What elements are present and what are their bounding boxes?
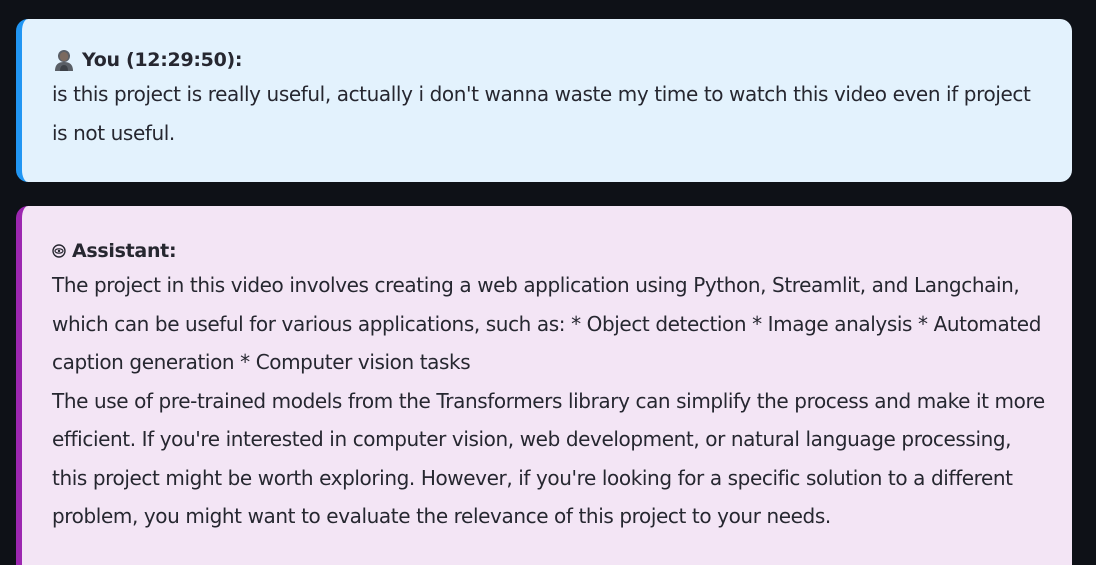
- assistant-message-header: Assistant:: [52, 236, 1048, 266]
- user-message-sender: You (12:29:50):: [82, 49, 243, 71]
- user-avatar-icon: [52, 48, 76, 72]
- user-message-header: You (12:29:50):: [52, 45, 1048, 75]
- assistant-message-text: The project in this video involves creat…: [52, 266, 1048, 536]
- chat-page: You (12:29:50): is this project is reall…: [0, 0, 1096, 565]
- assistant-paragraph: The use of pre-trained models from the T…: [52, 388, 1045, 529]
- assistant-paragraph: The project in this video involves creat…: [52, 273, 1041, 374]
- robot-eye-icon: [52, 244, 66, 258]
- assistant-message-sender: Assistant:: [72, 240, 177, 262]
- user-message: You (12:29:50): is this project is reall…: [16, 19, 1072, 182]
- assistant-message: Assistant: The project in this video inv…: [16, 206, 1072, 565]
- user-message-text: is this project is really useful, actual…: [52, 82, 1031, 145]
